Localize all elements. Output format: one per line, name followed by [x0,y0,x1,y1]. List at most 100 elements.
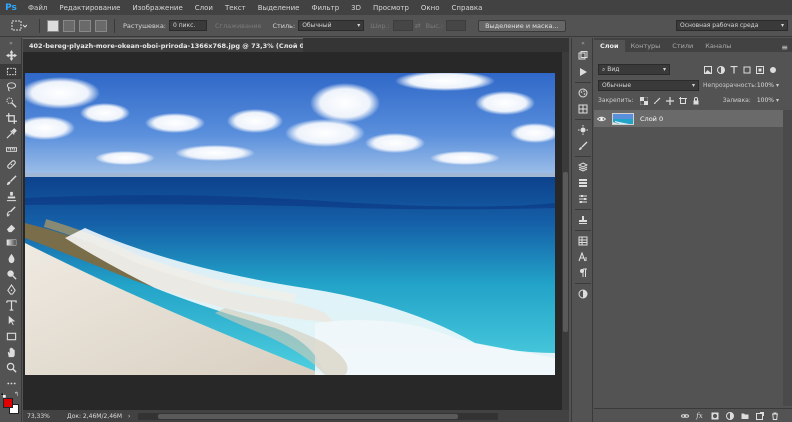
tab-channels[interactable]: Каналы [699,40,737,52]
clone-stamp-tool[interactable] [0,188,22,204]
type-tool[interactable] [0,298,22,314]
swatches-panel-button[interactable] [572,101,594,117]
tab-styles[interactable]: Стили [666,40,699,52]
layer-item[interactable]: Слой 0 [594,110,783,127]
eyedropper-tool[interactable] [0,126,22,142]
panel-menu-icon[interactable]: ≡ [781,43,788,52]
actions-panel-button[interactable] [572,64,594,80]
collapse-arrows-icon[interactable]: » [0,38,22,48]
panel-scrollbar[interactable] [783,110,792,406]
hand-tool[interactable] [0,344,22,360]
history-brush-tool[interactable] [0,204,22,220]
height-input[interactable] [446,20,467,31]
lock-all-button[interactable] [692,96,701,105]
filter-adjustment-button[interactable] [716,65,725,74]
adjustments-panel-button[interactable] [572,122,594,138]
filter-toggle-button[interactable] [768,65,777,74]
menu-filter[interactable]: Фильтр [305,4,345,12]
properties-panel-button[interactable] [572,212,594,228]
chevron-down-icon[interactable]: ▾ [776,97,779,104]
collapse-arrows-icon[interactable]: « [572,38,594,48]
blur-tool[interactable] [0,251,22,267]
color-panel-button[interactable] [572,85,594,101]
menu-edit[interactable]: Редактирование [53,4,126,12]
menu-help[interactable]: Справка [446,4,489,12]
menu-view[interactable]: Просмотр [367,4,415,12]
width-input[interactable] [392,20,413,31]
zoom-tool[interactable] [0,360,22,376]
gradient-tool[interactable] [0,235,22,251]
crop-tool[interactable] [0,110,22,126]
swap-colors-icon[interactable]: ↰ [14,391,19,398]
character-panel-button[interactable] [572,249,594,265]
add-mask-button[interactable] [710,411,719,420]
horizontal-scrollbar[interactable] [138,412,499,420]
foreground-color-swatch[interactable] [3,398,13,409]
antialias-checkbox[interactable]: Сглаживание [215,22,261,30]
swap-icon[interactable]: ⇄ [415,22,421,30]
quick-selection-tool[interactable] [0,95,22,111]
new-layer-button[interactable] [755,411,764,420]
tab-layers[interactable]: Слои [594,40,625,52]
chevron-down-icon[interactable]: ▾ [776,82,779,89]
filter-type-button[interactable] [729,65,738,74]
ruler-tool[interactable] [0,142,22,158]
lasso-tool[interactable] [0,79,22,95]
new-group-button[interactable] [740,411,749,420]
menu-window[interactable]: Окно [415,4,446,12]
menu-file[interactable]: Файл [22,4,53,12]
blend-mode-select[interactable]: Обычные ▾ [598,80,700,91]
marquee-tool[interactable] [0,63,22,80]
fill-value[interactable]: 100% [757,97,774,104]
filter-shape-button[interactable] [742,65,751,74]
lock-artboard-button[interactable] [679,96,688,105]
tab-paths[interactable]: Контуры [625,40,667,52]
info-panel-button[interactable] [572,233,594,249]
path-selection-tool[interactable] [0,313,22,329]
styles-panel-button[interactable] [572,138,594,154]
beach-photo[interactable] [25,73,555,375]
canvas-area[interactable] [23,52,569,410]
layer-name[interactable]: Слой 0 [640,115,663,123]
menu-select[interactable]: Выделение [252,4,306,12]
layer-style-button[interactable]: fx [695,411,704,420]
opacity-value[interactable]: 100% [757,82,774,89]
scrollbar-thumb[interactable] [158,413,459,419]
brush-tool[interactable] [0,173,22,189]
new-adjustment-layer-button[interactable] [725,411,734,420]
channels-panel-button[interactable] [572,175,594,191]
kind-filter-select[interactable]: ⌕ Вид ▾ [598,64,670,75]
menu-image[interactable]: Изображение [126,4,188,12]
healing-brush-tool[interactable] [0,157,22,173]
lock-transparent-button[interactable] [640,96,649,105]
subtract-selection-button[interactable] [79,19,91,32]
menu-text[interactable]: Текст [219,4,252,12]
intersect-selection-button[interactable] [95,19,107,32]
new-selection-button[interactable] [47,19,59,32]
zoom-level[interactable]: 73,33% [27,413,55,420]
layers-panel-button[interactable] [572,159,594,175]
dodge-tool[interactable] [0,266,22,282]
tool-preset-picker[interactable] [4,17,34,35]
workspace-select[interactable]: Основная рабочая среда ▾ [676,20,788,31]
document-tab[interactable]: 402-bereg-plyazh-more-okean-oboi-priroda… [23,38,357,52]
rectangle-tool[interactable] [0,329,22,345]
menu-layers[interactable]: Слои [189,4,219,12]
delete-layer-button[interactable] [770,411,779,420]
feather-input[interactable]: 0 пикс. [169,20,207,31]
menu-3d[interactable]: 3D [345,4,367,12]
visibility-toggle[interactable] [594,116,608,122]
paths-panel-button[interactable] [572,191,594,207]
add-selection-button[interactable] [63,19,75,32]
lock-image-button[interactable] [653,96,662,105]
lock-position-button[interactable] [666,96,675,105]
more-tools-button[interactable] [0,375,22,391]
status-menu-arrow[interactable]: › [128,413,130,420]
paragraph-panel-button[interactable] [572,265,594,281]
filter-smart-object-button[interactable] [755,65,764,74]
scrollbar-thumb[interactable] [563,172,568,332]
vertical-scrollbar[interactable] [562,52,569,410]
filter-pixel-button[interactable] [703,65,712,74]
history-panel-button[interactable] [572,48,594,64]
eraser-tool[interactable] [0,220,22,236]
